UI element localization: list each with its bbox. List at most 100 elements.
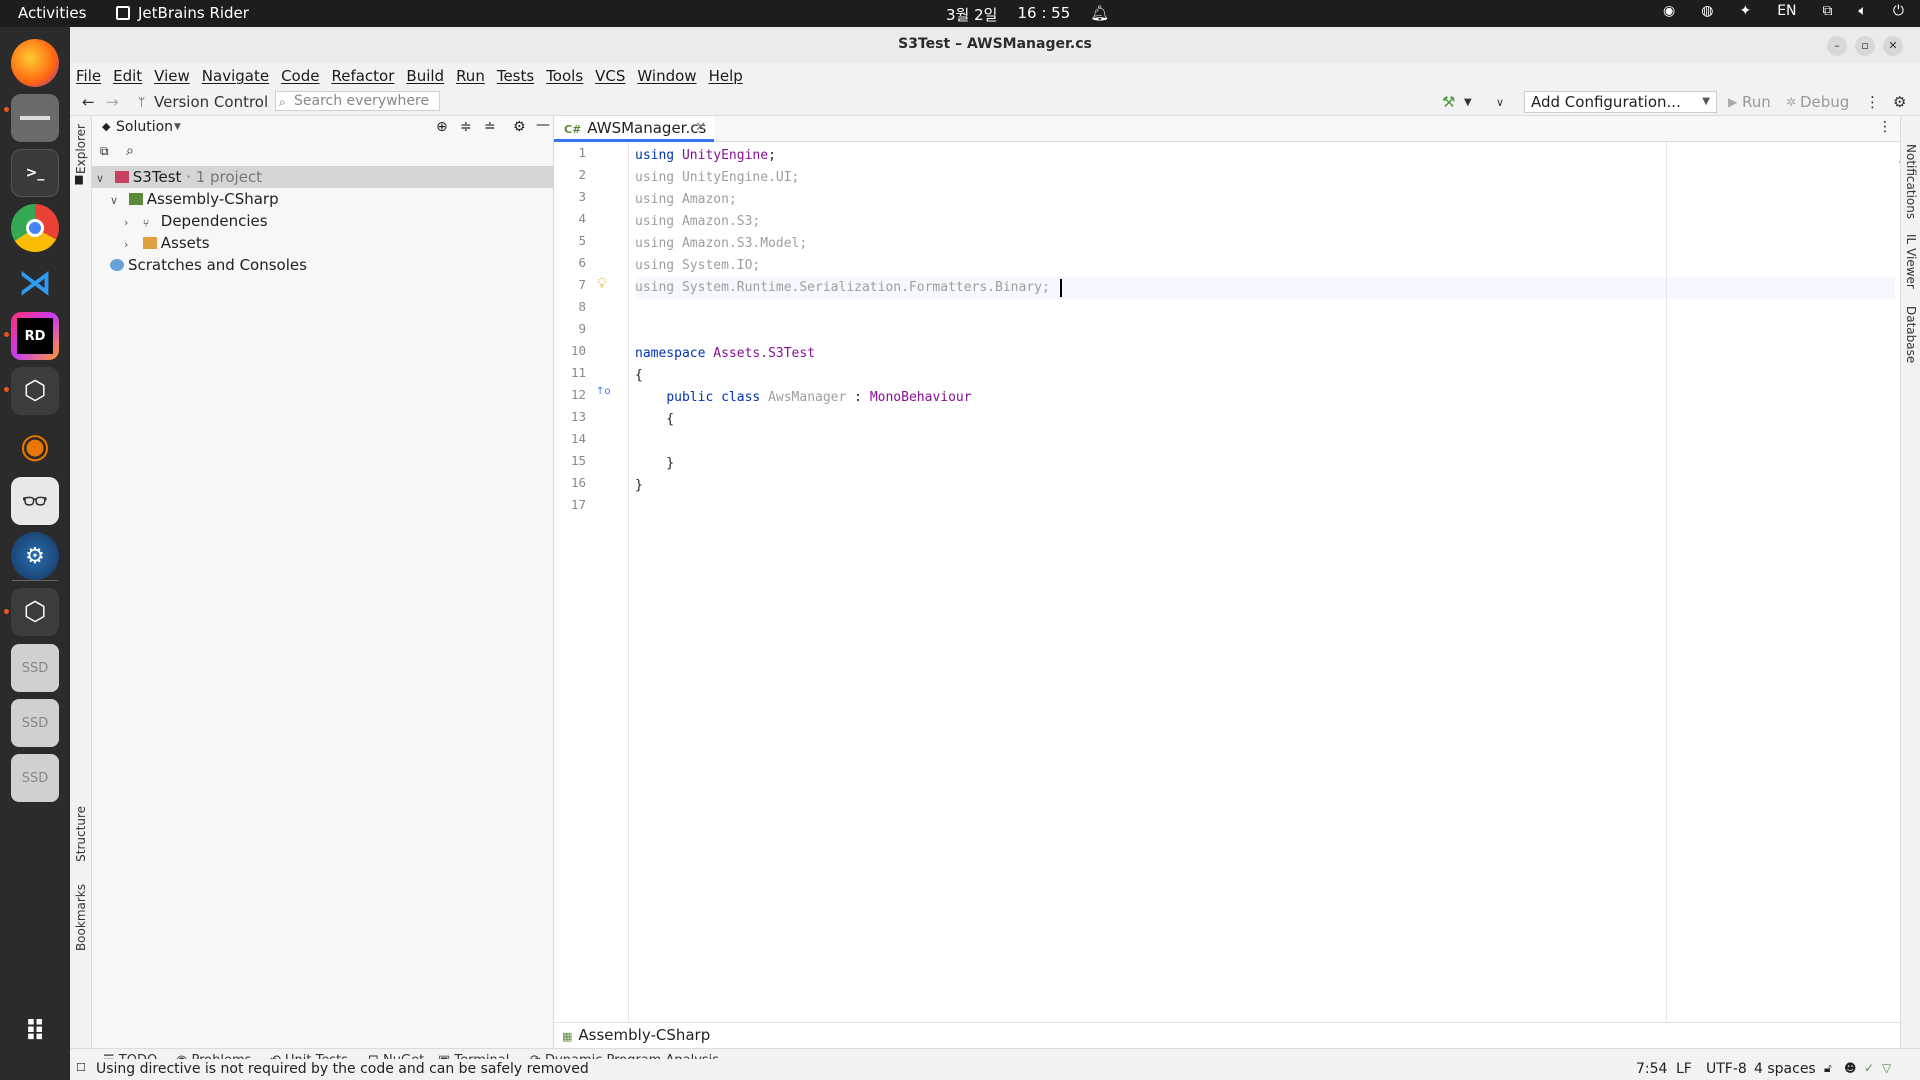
- tree-item-solution[interactable]: ∨ S3Test · 1 project: [92, 166, 553, 188]
- app-menu[interactable]: JetBrains Rider: [116, 4, 249, 22]
- menu-tests[interactable]: Tests: [497, 67, 534, 85]
- chevron-right-icon[interactable]: ›: [124, 234, 138, 256]
- back-arrow-icon[interactable]: ←: [82, 93, 95, 111]
- status-toggle-icon[interactable]: ☐: [76, 1061, 86, 1074]
- line-separator[interactable]: LF: [1676, 1061, 1692, 1077]
- implementation-marker-icon[interactable]: ↑o: [596, 386, 611, 397]
- unity-hub-icon[interactable]: ⬡: [11, 367, 59, 415]
- clock[interactable]: 3월 2일 16 : 55 🔔︎: [946, 4, 1109, 25]
- activities-button[interactable]: Activities: [18, 4, 86, 22]
- solution-status-icon[interactable]: ✓: [1864, 1061, 1874, 1075]
- minimize-button[interactable]: –: [1827, 36, 1847, 56]
- analysis-ok-icon[interactable]: ▽: [1882, 1061, 1891, 1075]
- status-message[interactable]: Using directive is not required by the c…: [96, 1061, 589, 1077]
- ssd-drive-icon[interactable]: SSD: [11, 699, 59, 747]
- debug-button[interactable]: Debug: [1800, 93, 1849, 111]
- menu-tools[interactable]: Tools: [546, 67, 583, 85]
- version-control-button[interactable]: Version Control: [154, 93, 268, 111]
- filter-files-icon[interactable]: ⧉: [100, 144, 109, 159]
- folder-icon[interactable]: ▆: [75, 174, 83, 185]
- expand-all-icon[interactable]: ≑: [460, 119, 472, 135]
- scratches-icon: [110, 259, 124, 271]
- lock-icon[interactable]: 🔓︎: [1824, 1061, 1832, 1076]
- run-button[interactable]: Run: [1742, 93, 1771, 111]
- menu-file[interactable]: File: [76, 67, 101, 85]
- ssd-drive-icon[interactable]: SSD: [11, 644, 59, 692]
- steam-tray-icon[interactable]: ◍: [1701, 3, 1713, 19]
- unity-editor-icon[interactable]: ⬡: [11, 588, 59, 636]
- config-chevron-icon[interactable]: ∨: [1496, 96, 1504, 109]
- blender-icon[interactable]: ◉: [11, 422, 59, 470]
- chevron-down-icon[interactable]: ∨: [110, 190, 124, 212]
- close-tab-icon[interactable]: ✕: [695, 116, 706, 140]
- menu-vcs[interactable]: VCS: [595, 67, 625, 85]
- breadcrumb-project[interactable]: Assembly-CSharp: [578, 1026, 710, 1044]
- tree-item-assets[interactable]: › Assets: [92, 232, 553, 254]
- terminal-icon[interactable]: >_: [11, 149, 59, 197]
- network-icon[interactable]: ⧉: [1823, 3, 1833, 19]
- menu-build[interactable]: Build: [406, 67, 444, 85]
- window-titlebar[interactable]: S3Test – AWSManager.cs – ▫ ✕: [70, 27, 1920, 63]
- chevron-right-icon[interactable]: ›: [124, 212, 138, 234]
- volume-icon[interactable]: 🔈︎: [1859, 3, 1867, 19]
- menu-view[interactable]: View: [154, 67, 190, 85]
- menu-run[interactable]: Run: [456, 67, 485, 85]
- tree-item-dependencies[interactable]: › ⑂ Dependencies: [92, 210, 553, 232]
- menu-refactor[interactable]: Refactor: [331, 67, 394, 85]
- locate-target-icon[interactable]: ⊕: [436, 119, 448, 135]
- color-tray-icon[interactable]: ✦: [1739, 3, 1751, 19]
- power-icon[interactable]: ⏻: [1893, 3, 1904, 19]
- language-indicator[interactable]: EN: [1777, 3, 1796, 19]
- settings-gear-icon[interactable]: ⚙: [1893, 93, 1906, 111]
- file-encoding[interactable]: UTF-8: [1706, 1061, 1747, 1077]
- hide-panel-icon[interactable]: —: [536, 117, 550, 133]
- menu-code[interactable]: Code: [281, 67, 319, 85]
- chevron-down-icon[interactable]: ▼: [174, 122, 181, 132]
- run-configuration-select[interactable]: Add Configuration... ▼: [1524, 91, 1717, 113]
- clock-time: 16 : 55: [1017, 4, 1071, 22]
- maximize-button[interactable]: ▫: [1855, 36, 1875, 56]
- search-icon[interactable]: ⌕: [126, 143, 134, 159]
- lightbulb-icon[interactable]: 💡︎: [597, 276, 607, 292]
- text-editor-icon[interactable]: 👓︎: [11, 477, 59, 525]
- inspections-icon[interactable]: ☻: [1844, 1061, 1857, 1075]
- structure-tool-tab[interactable]: Structure: [74, 806, 88, 862]
- code-area[interactable]: using UnityEngine; using UnityEngine.UI;…: [635, 142, 1900, 1022]
- explorer-tool-tab[interactable]: Explorer: [74, 124, 88, 174]
- menu-help[interactable]: Help: [709, 67, 743, 85]
- close-window-button[interactable]: ✕: [1883, 36, 1903, 56]
- forward-arrow-icon[interactable]: →: [106, 93, 119, 111]
- build-dropdown-icon[interactable]: ▼: [1464, 97, 1472, 108]
- more-options-icon[interactable]: ⋮: [1865, 93, 1880, 111]
- explorer-filter-bar: ⧉ ⌕: [92, 142, 553, 166]
- il-viewer-tool-tab[interactable]: IL Viewer: [1904, 234, 1918, 289]
- tab-options-icon[interactable]: ⋮: [1878, 119, 1892, 135]
- explorer-view-select[interactable]: Solution: [116, 119, 173, 135]
- show-apps-icon[interactable]: ⠿: [11, 1007, 59, 1055]
- menu-navigate[interactable]: Navigate: [202, 67, 269, 85]
- bookmarks-tool-tab[interactable]: Bookmarks: [74, 884, 88, 951]
- explorer-settings-icon[interactable]: ⚙: [513, 119, 526, 135]
- chrome-icon[interactable]: [11, 204, 59, 252]
- search-everywhere-input[interactable]: ⌕ Search everywhere: [275, 91, 440, 111]
- tree-item-project[interactable]: ∨ Assembly-CSharp: [92, 188, 553, 210]
- files-icon[interactable]: [11, 94, 59, 142]
- chevron-down-icon[interactable]: ∨: [96, 168, 110, 190]
- indent-setting[interactable]: 4 spaces: [1754, 1061, 1816, 1077]
- menu-edit[interactable]: Edit: [113, 67, 142, 85]
- editor-tab-awsmanager[interactable]: C# AWSManager.cs ✕: [554, 116, 714, 142]
- build-hammer-icon[interactable]: ⚒: [1442, 93, 1455, 111]
- menu-window[interactable]: Window: [637, 67, 696, 85]
- caret-position[interactable]: 7:54: [1636, 1061, 1667, 1077]
- notifications-tool-tab[interactable]: Notifications: [1904, 144, 1918, 219]
- steam-icon[interactable]: ⚙︎: [11, 532, 59, 580]
- vscode-icon[interactable]: ⋊: [11, 259, 59, 307]
- system-tray[interactable]: ◉ ◍ ✦ EN ⧉ 🔈︎ ⏻: [1663, 3, 1904, 19]
- database-tool-tab[interactable]: Database: [1904, 306, 1918, 363]
- firefox-icon[interactable]: [11, 39, 59, 87]
- collapse-all-icon[interactable]: ≐: [484, 119, 496, 135]
- tray-app-icon[interactable]: ◉: [1663, 3, 1675, 19]
- rider-icon[interactable]: RD: [11, 312, 59, 360]
- ssd-drive-icon[interactable]: SSD: [11, 754, 59, 802]
- tree-item-scratches[interactable]: Scratches and Consoles: [92, 254, 553, 276]
